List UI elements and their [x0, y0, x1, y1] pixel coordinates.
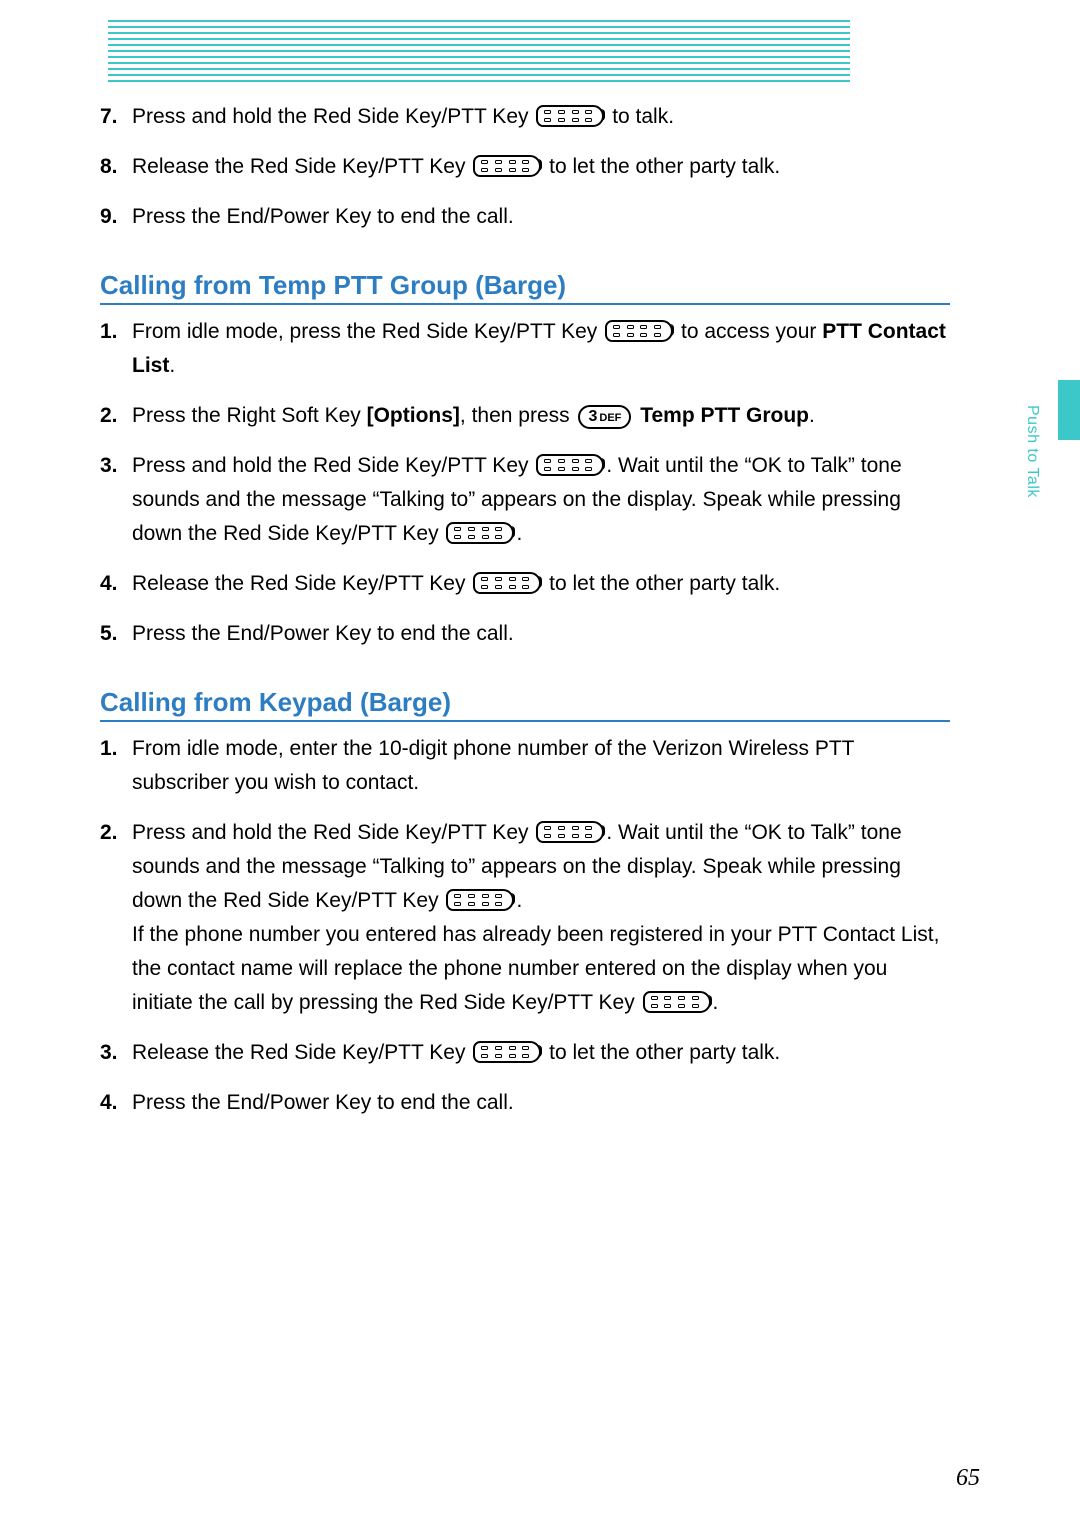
ptt-key-icon	[643, 991, 711, 1013]
step-number: 8.	[100, 150, 118, 184]
step-text: Press the End/Power Key to end the call.	[132, 1091, 514, 1114]
step-number: 2.	[100, 816, 118, 850]
step-text: Press the End/Power Key to end the call.	[132, 205, 514, 228]
step-text: From idle mode, enter the 10-digit phone…	[132, 737, 854, 794]
ptt-key-icon	[446, 522, 514, 544]
page-content: 7. Press and hold the Red Side Key/PTT K…	[100, 20, 980, 1120]
step-number: 3.	[100, 1036, 118, 1070]
step-text: .	[169, 354, 175, 377]
step-text: Press the Right Soft Key	[132, 404, 367, 427]
page-number: 65	[956, 1465, 980, 1492]
step-text: .	[809, 404, 815, 427]
list-item: 8. Release the Red Side Key/PTT Key to l…	[100, 150, 950, 184]
ptt-key-icon	[536, 454, 604, 476]
keypad-3def-icon: 3DEF	[578, 405, 631, 429]
ptt-key-icon	[446, 889, 514, 911]
ptt-key-icon	[536, 821, 604, 843]
step-number: 5.	[100, 617, 118, 651]
bold-text: Temp PTT Group	[640, 404, 809, 427]
step-text: From idle mode, press the Red Side Key/P…	[132, 320, 603, 343]
ptt-key-icon	[536, 105, 604, 127]
step-list-keypad: 1. From idle mode, enter the 10-digit ph…	[100, 732, 950, 1120]
step-text: Press and hold the Red Side Key/PTT Key	[132, 105, 534, 128]
list-item: 2. Press and hold the Red Side Key/PTT K…	[100, 816, 950, 1020]
step-text: to let the other party talk.	[549, 155, 780, 178]
list-item: 3. Release the Red Side Key/PTT Key to l…	[100, 1036, 950, 1070]
section-tab-block	[1058, 380, 1080, 440]
step-text: .	[516, 522, 522, 545]
step-text: .	[713, 991, 719, 1014]
section-heading-temp-ptt: Calling from Temp PTT Group (Barge)	[100, 270, 950, 305]
section-heading-keypad: Calling from Keypad (Barge)	[100, 687, 950, 722]
manual-page: Push to Talk 7. Press and hold the Red S…	[0, 0, 1080, 1537]
list-item: 9. Press the End/Power Key to end the ca…	[100, 200, 950, 234]
step-text: to access your	[681, 320, 822, 343]
step-number: 3.	[100, 449, 118, 483]
step-list-barge: 1. From idle mode, press the Red Side Ke…	[100, 315, 950, 651]
step-number: 7.	[100, 100, 118, 134]
list-item: 4. Release the Red Side Key/PTT Key to l…	[100, 567, 950, 601]
ptt-key-icon	[473, 1041, 541, 1063]
step-text: to talk.	[612, 105, 674, 128]
header-decoration	[108, 20, 850, 86]
step-number: 1.	[100, 315, 118, 349]
step-number: 4.	[100, 567, 118, 601]
ptt-key-icon	[605, 320, 673, 342]
step-number: 9.	[100, 200, 118, 234]
step-text: , then press	[460, 404, 576, 427]
step-text: Press and hold the Red Side Key/PTT Key	[132, 454, 534, 477]
step-text: Release the Red Side Key/PTT Key	[132, 155, 471, 178]
step-text: Release the Red Side Key/PTT Key	[132, 1041, 471, 1064]
step-number: 4.	[100, 1086, 118, 1120]
list-item: 1. From idle mode, press the Red Side Ke…	[100, 315, 950, 383]
step-text: to let the other party talk.	[549, 1041, 780, 1064]
ptt-key-icon	[473, 155, 541, 177]
step-text: Press and hold the Red Side Key/PTT Key	[132, 821, 534, 844]
step-text: Release the Red Side Key/PTT Key	[132, 572, 471, 595]
list-item: 2. Press the Right Soft Key [Options], t…	[100, 399, 950, 433]
list-item: 4. Press the End/Power Key to end the ca…	[100, 1086, 950, 1120]
step-text: to let the other party talk.	[549, 572, 780, 595]
list-item: 7. Press and hold the Red Side Key/PTT K…	[100, 100, 950, 134]
list-item: 1. From idle mode, enter the 10-digit ph…	[100, 732, 950, 800]
step-number: 1.	[100, 732, 118, 766]
ptt-key-icon	[473, 572, 541, 594]
list-item: 3. Press and hold the Red Side Key/PTT K…	[100, 449, 950, 551]
step-list-continued: 7. Press and hold the Red Side Key/PTT K…	[100, 100, 950, 234]
step-text: Press the End/Power Key to end the call.	[132, 622, 514, 645]
bold-text: [Options]	[367, 404, 460, 427]
list-item: 5. Press the End/Power Key to end the ca…	[100, 617, 950, 651]
step-text: If the phone number you entered has alre…	[132, 923, 939, 1014]
step-number: 2.	[100, 399, 118, 433]
step-text: .	[516, 889, 522, 912]
section-tab-label: Push to Talk	[1023, 405, 1041, 498]
